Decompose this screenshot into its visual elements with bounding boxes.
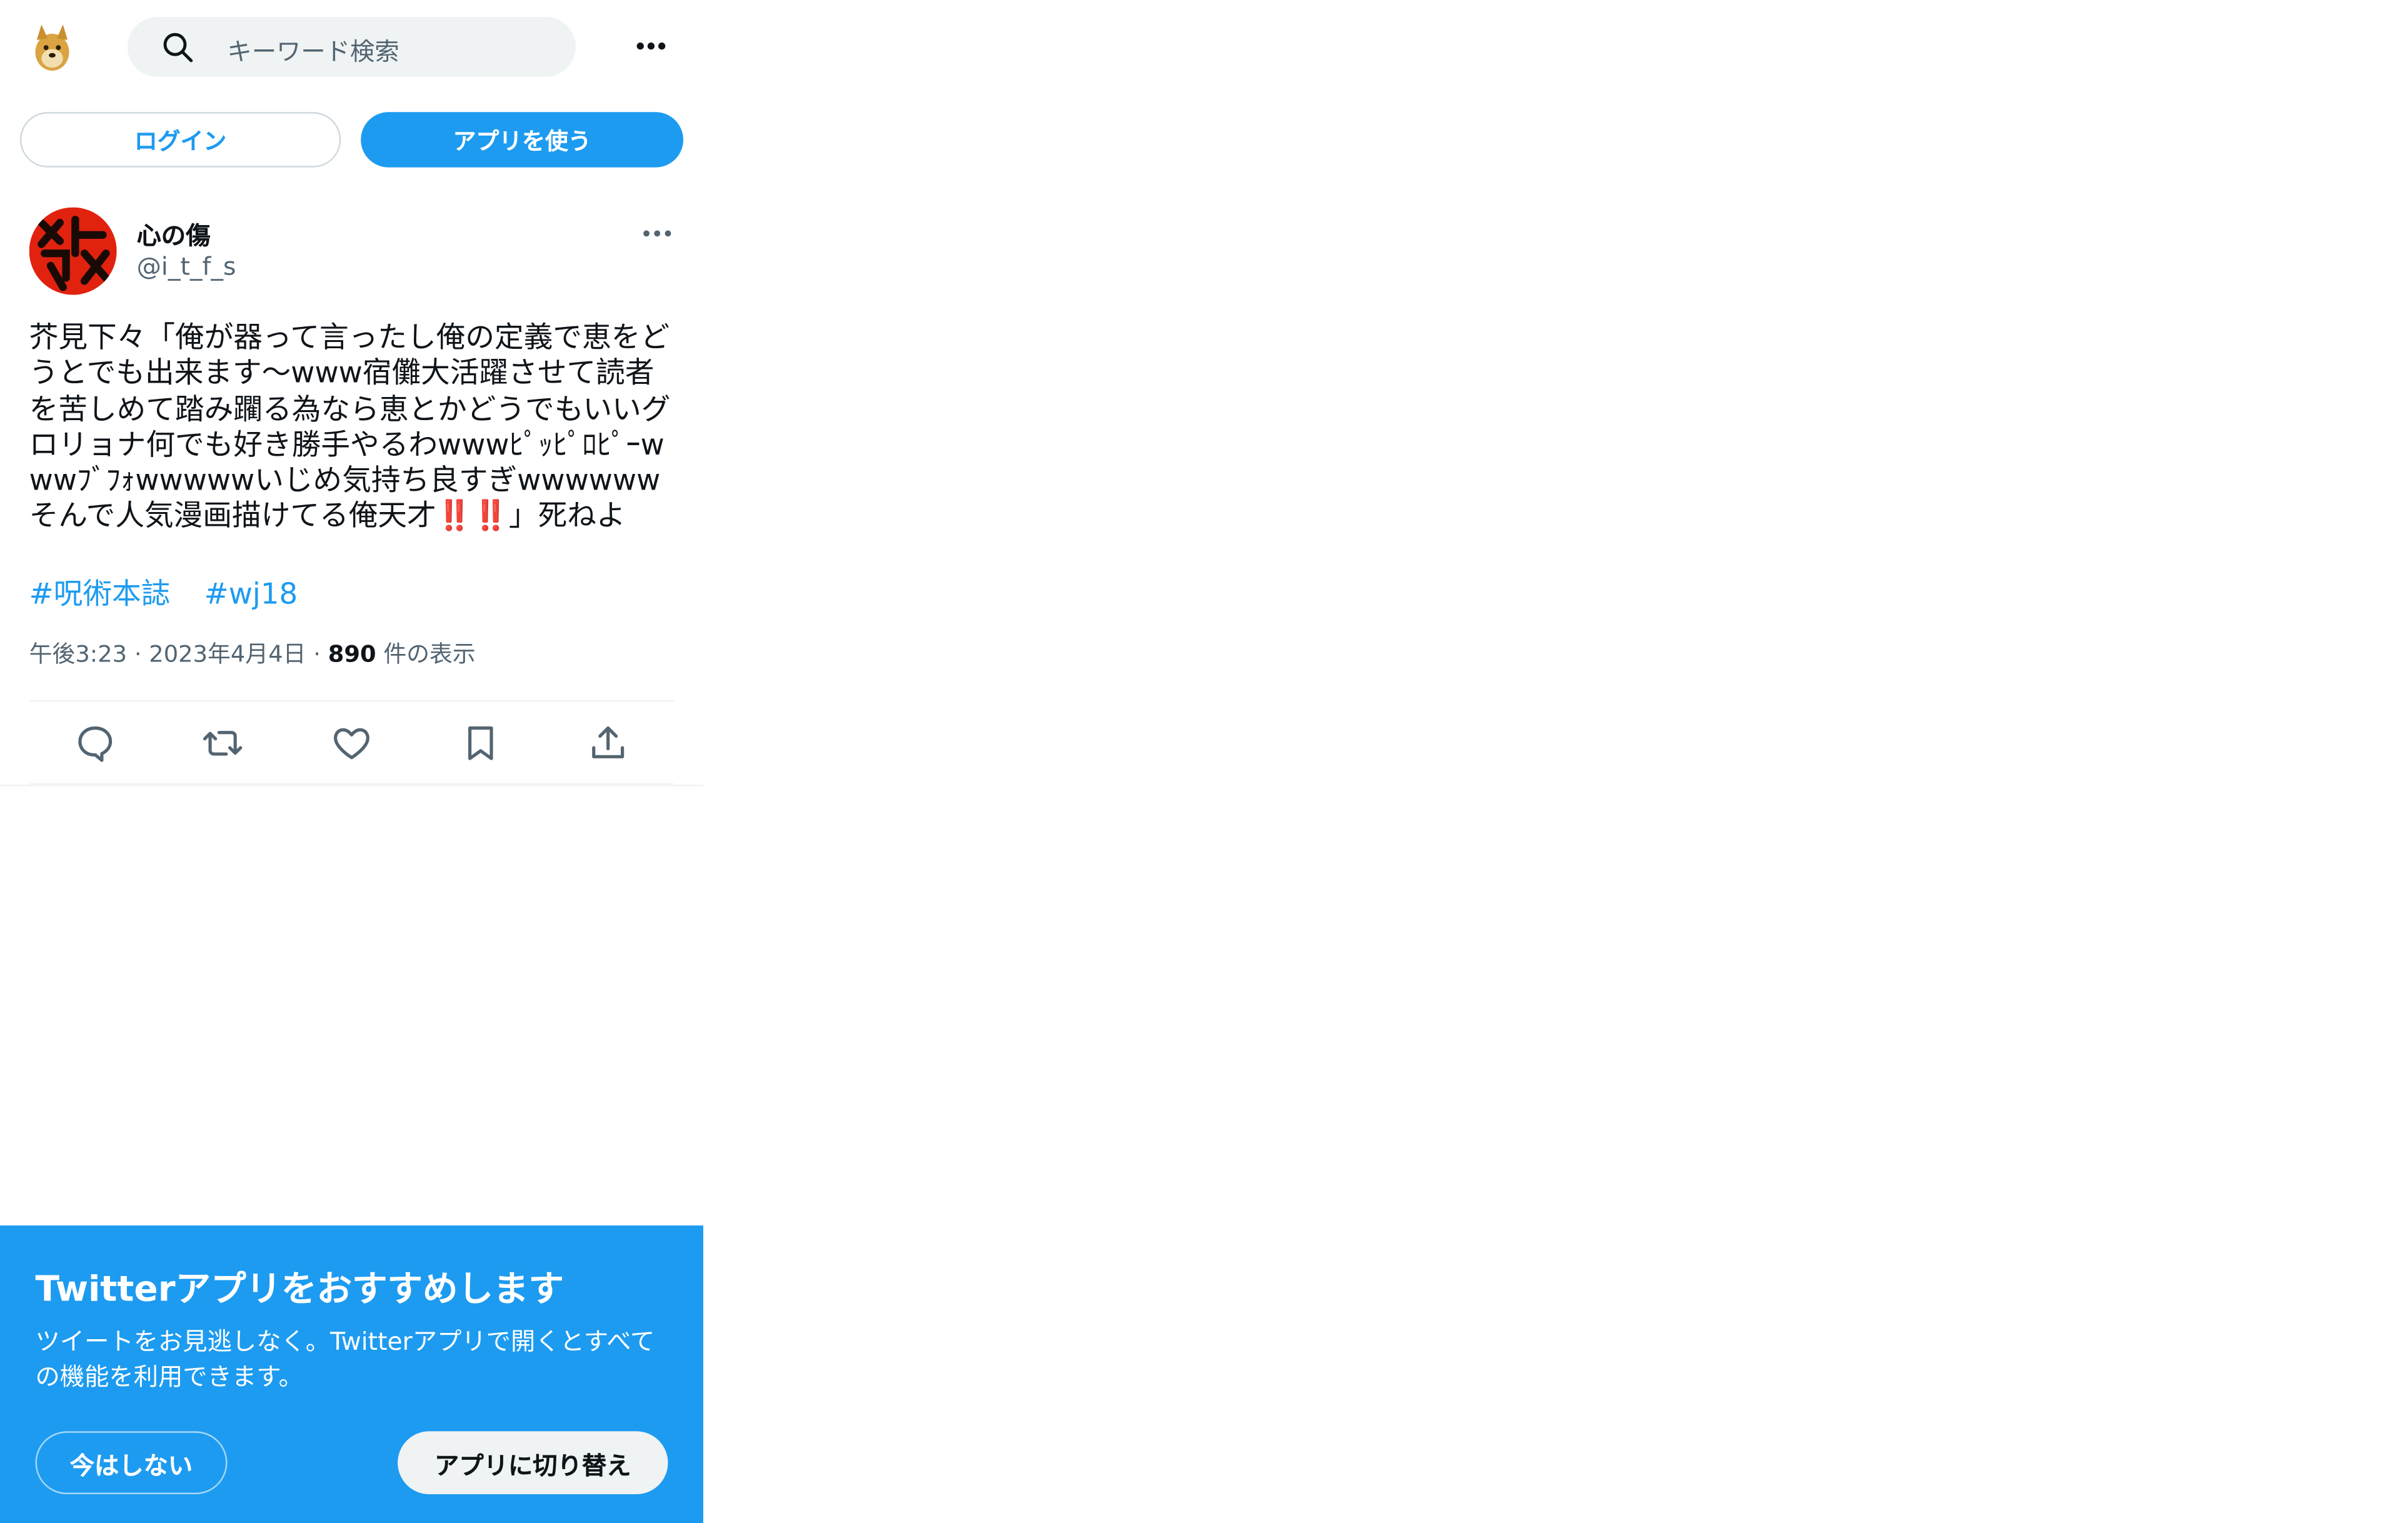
tweet-meta: 午後3:23 · 2023年4月4日 · 890 件の表示	[29, 637, 476, 670]
display-name[interactable]: 心の傷	[137, 215, 211, 252]
login-button[interactable]: ログイン	[19, 112, 341, 168]
bookmark-icon[interactable]	[459, 721, 502, 765]
page: キーワード検索 ログイン アプリを使う 心の傷 @i_t_f_s 芥見下々「俺が…	[0, 0, 2408, 1523]
tweet-time[interactable]: 午後3:23	[29, 640, 127, 668]
use-app-button[interactable]: アプリを使う	[361, 112, 684, 168]
retweet-icon[interactable]	[201, 721, 244, 765]
views-label: 件の表示	[383, 640, 476, 668]
meta-separator: ·	[313, 640, 328, 668]
hashtags: #呪術本誌 #wj18	[29, 571, 323, 613]
search-input[interactable]: キーワード検索	[228, 31, 399, 68]
promo-title: Twitterアプリをおすすめします	[35, 1270, 564, 1310]
mobile-column: キーワード検索 ログイン アプリを使う 心の傷 @i_t_f_s 芥見下々「俺が…	[0, 0, 703, 1523]
tweet-text: 芥見下々「俺が器って言ったし俺の定義で恵をどうとでも出来ます〜www宿儺大活躍さ…	[29, 321, 671, 534]
avatar-icon[interactable]	[29, 207, 117, 295]
more-icon[interactable]	[630, 28, 673, 64]
not-now-button[interactable]: 今はしない	[35, 1431, 228, 1494]
tweet-actions	[29, 703, 675, 783]
reply-icon[interactable]	[74, 721, 117, 765]
share-icon[interactable]	[586, 721, 630, 765]
switch-to-app-button[interactable]: アプリに切り替え	[398, 1431, 668, 1494]
tweet-more-icon[interactable]	[639, 218, 676, 249]
hashtag-link[interactable]: #wj18	[204, 578, 298, 611]
like-icon[interactable]	[330, 721, 373, 765]
top-bar: キーワード検索	[0, 0, 703, 92]
divider	[29, 700, 675, 702]
meta-separator: ·	[134, 640, 149, 668]
search-icon	[163, 33, 193, 63]
promo-body: ツイートをお見逃しなく。Twitterアプリで開くとすべての機能を利用できます。	[35, 1327, 655, 1392]
app-promo-banner: Twitterアプリをおすすめします ツイートをお見逃しなく。Twitterアプ…	[0, 1225, 703, 1523]
tweet-date[interactable]: 2023年4月4日	[149, 640, 306, 668]
hashtag-link[interactable]: #呪術本誌	[29, 578, 171, 611]
doge-logo-icon[interactable]	[28, 18, 77, 73]
search-box[interactable]: キーワード検索	[127, 17, 576, 77]
tweet: 心の傷 @i_t_f_s 芥見下々「俺が器って言ったし俺の定義で恵をどうとでも出…	[0, 184, 703, 790]
user-handle[interactable]: @i_t_f_s	[137, 252, 236, 281]
divider	[0, 785, 703, 787]
views-count: 890	[328, 640, 376, 668]
